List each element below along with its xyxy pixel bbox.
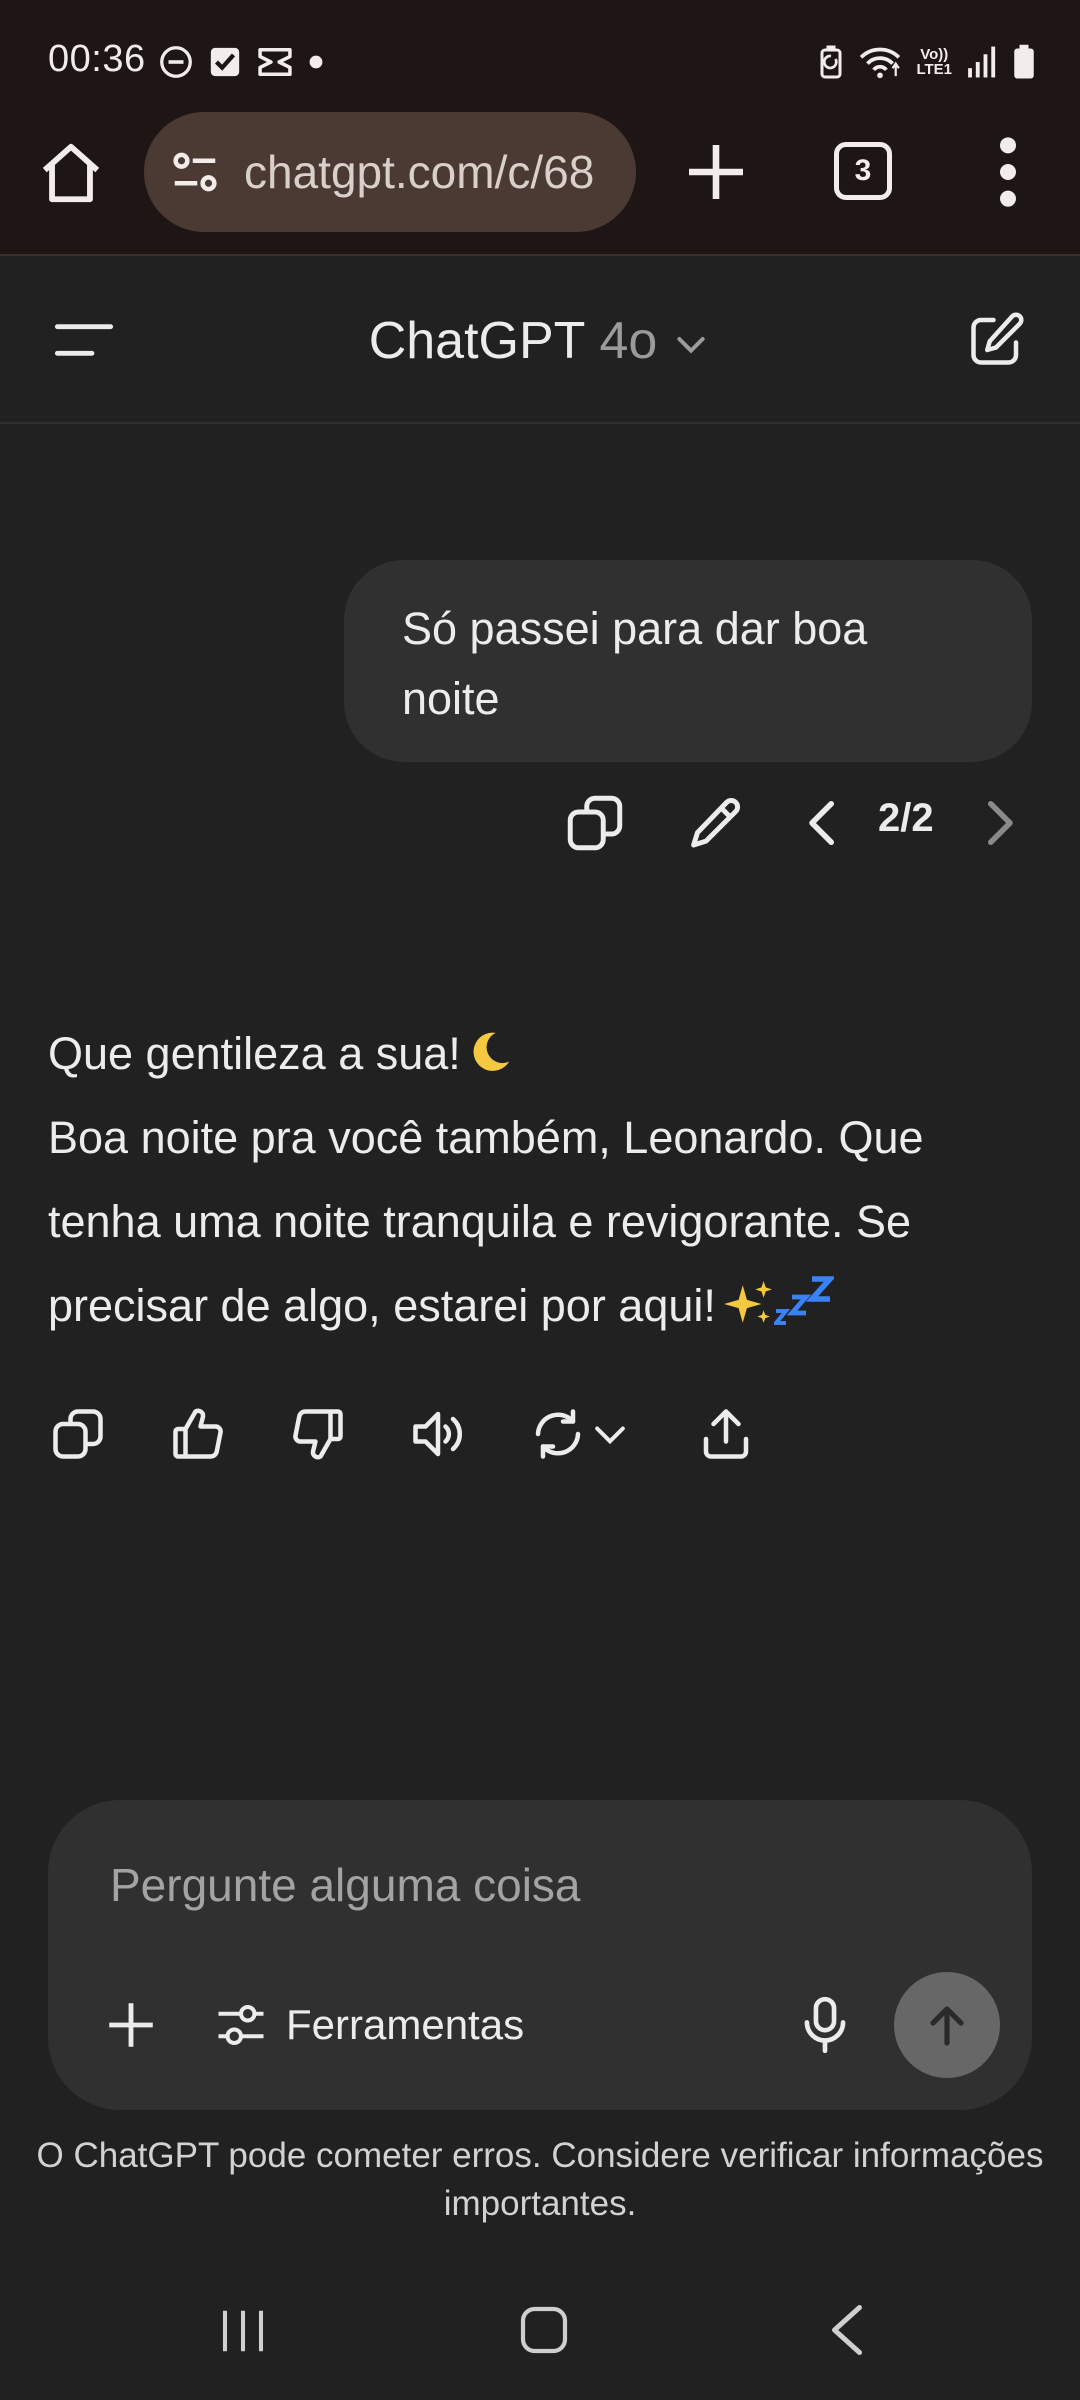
more-options-icon[interactable] [990,132,1026,212]
app-title: ChatGPT [368,312,586,370]
previous-version-icon[interactable] [790,790,856,856]
wifi-icon [860,47,901,79]
chevron-down-icon[interactable] [588,1404,632,1464]
browser-toolbar: chatgpt.com/c/68 3 [0,112,1080,232]
model-name: 4o [599,312,658,370]
crescent-moon-emoji-icon [473,1032,509,1071]
battery-icon [1014,44,1034,79]
copy-icon[interactable] [562,790,628,856]
tools-button[interactable]: Ferramentas [214,1990,524,2060]
tools-label: Ferramentas [286,2001,525,2048]
status-time: 00:36 [48,38,146,80]
back-icon[interactable] [822,2300,872,2360]
assistant-message: Que gentileza a sua! Boa noite pra você … [48,1012,1038,1348]
assistant-line-1: Que gentileza a sua! [48,1012,1038,1096]
signal-icon [968,46,996,78]
user-message-text: Só passei para dar boa noite [402,603,868,724]
tab-switcher-button[interactable]: 3 [834,142,892,200]
system-nav-bar [0,2270,1080,2400]
edit-pencil-icon[interactable] [684,790,750,856]
version-indicator: 2/2 [878,796,934,840]
send-button[interactable] [894,1972,1000,2078]
tab-count: 3 [854,154,872,187]
user-message-bubble: Só passei para dar boa noite [344,560,1032,762]
sparkles-emoji-icon [723,1281,772,1323]
disclaimer-text: O ChatGPT pode cometer erros. Considere … [36,2136,1044,2223]
regenerate-icon[interactable] [528,1404,588,1464]
assistant-greeting: Que gentileza a sua! [48,1028,461,1079]
status-bar: 00:36 Vo)) LTE1 [0,0,1080,120]
screen: 00:36 Vo)) LTE1 chatgpt.com/c/68 3 ChatG… [0,0,1080,2400]
sliders-icon [218,2004,264,2046]
app-header: ChatGPT 4o [0,258,1080,424]
do-not-disturb-icon [160,46,192,78]
home-button-icon[interactable] [516,2302,572,2358]
browser-chrome: 00:36 Vo)) LTE1 chatgpt.com/c/68 3 [0,0,1080,256]
copy-icon[interactable] [48,1404,108,1464]
dot-icon [309,55,323,69]
read-aloud-icon[interactable] [408,1404,468,1464]
url-text: chatgpt.com/c/68 [244,146,595,198]
arrow-up-icon [930,2006,964,2046]
message-composer: Pergunte alguma coisa Ferramentas [48,1800,1032,2110]
address-bar[interactable]: chatgpt.com/c/68 [144,112,636,232]
system-icons: Vo)) LTE1 [818,40,1036,84]
battery-saver-icon [820,45,842,79]
model-selector[interactable]: ChatGPT 4o [0,258,1080,424]
checkbox-app-icon [210,47,240,77]
add-attachment-plus-icon[interactable] [102,1996,160,2054]
new-chat-icon[interactable] [966,310,1026,370]
microphone-icon[interactable] [794,1994,856,2056]
assistant-line-2: Boa noite pra você também, Leonardo. Que… [48,1096,1038,1348]
chevron-down-icon [677,337,705,354]
thumbs-up-icon[interactable] [168,1404,228,1464]
share-icon[interactable] [696,1404,756,1464]
message-input[interactable]: Pergunte alguma coisa [110,1858,581,1912]
recent-apps-icon[interactable] [216,2304,270,2358]
lte-label: LTE1 [916,61,952,78]
assistant-message-actions [0,1404,1080,1464]
site-settings-icon[interactable] [168,145,222,199]
home-icon[interactable] [36,138,106,208]
notification-icons [158,42,324,82]
capcut-icon [258,48,292,76]
volte-label: Vo)) [920,46,949,63]
thumbs-down-icon[interactable] [288,1404,348,1464]
next-version-icon[interactable] [966,790,1032,856]
network-type: Vo)) LTE1 [916,47,952,77]
zzz-emoji-icon [773,1276,834,1325]
new-tab-plus-icon[interactable] [680,136,752,208]
